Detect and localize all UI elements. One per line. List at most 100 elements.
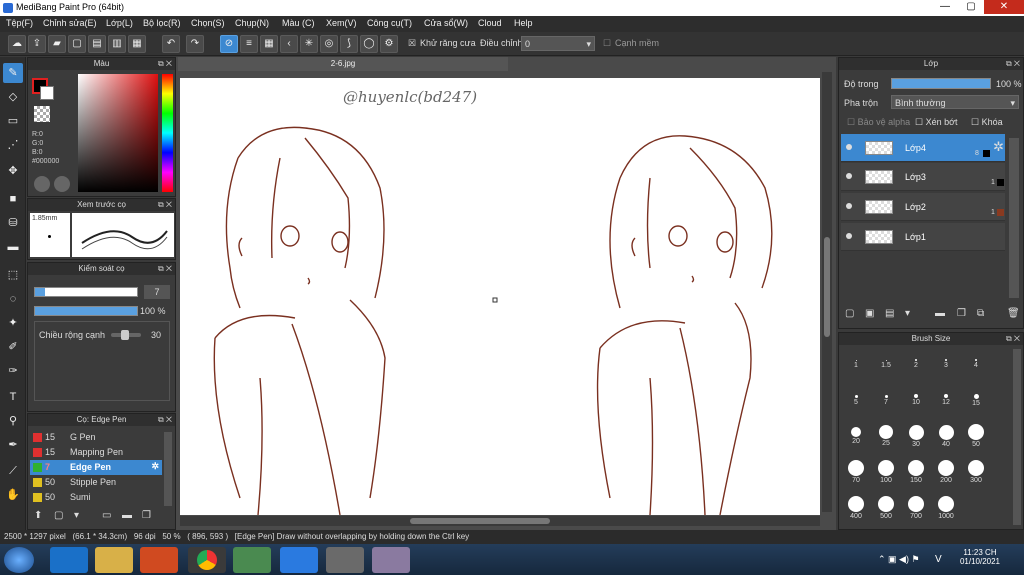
soft-edge-checkbox[interactable]: ☐ bbox=[603, 38, 611, 49]
canvas-horizontal-scrollbar[interactable] bbox=[180, 516, 820, 526]
redo-icon[interactable]: ↷ bbox=[186, 35, 204, 53]
brush-item[interactable]: 15 Mapping Pen bbox=[30, 445, 162, 460]
brush-size-option[interactable]: 150 bbox=[901, 457, 931, 484]
eraser-tool-icon[interactable]: ◇ bbox=[3, 87, 23, 107]
cloud-icon[interactable]: ☁ bbox=[8, 35, 26, 53]
greenshot-icon[interactable] bbox=[233, 547, 271, 573]
gear-icon[interactable]: ✲ bbox=[151, 461, 159, 472]
media-player-icon[interactable] bbox=[140, 547, 178, 573]
menu-window[interactable]: Cửa sổ(W) bbox=[424, 18, 468, 28]
layer-opacity-slider[interactable] bbox=[891, 78, 991, 89]
trash-icon[interactable]: 🗑 bbox=[1007, 308, 1020, 319]
menu-help[interactable]: Help bbox=[514, 18, 533, 28]
brush-size-option[interactable]: 15 bbox=[961, 385, 991, 411]
eye-icon[interactable] bbox=[846, 173, 852, 179]
brush-size-option[interactable]: 200 bbox=[931, 457, 961, 484]
brush-opacity-slider[interactable] bbox=[34, 306, 138, 316]
brush-size-option[interactable]: 1000 bbox=[931, 493, 961, 520]
edge-width-slider[interactable] bbox=[111, 330, 141, 340]
color-set-icon[interactable] bbox=[54, 176, 70, 192]
drawing-canvas[interactable]: @huyenlc(bd247) bbox=[180, 78, 820, 515]
brush-size-option[interactable]: 400 bbox=[841, 493, 871, 520]
brush-size-option[interactable]: 2 bbox=[901, 349, 931, 375]
brush-size-option[interactable]: 30 bbox=[901, 421, 931, 448]
brush-size-option[interactable]: 10 bbox=[901, 385, 931, 411]
brush-size-option[interactable]: 3 bbox=[931, 349, 961, 375]
snap-off-icon[interactable]: ⊘ bbox=[220, 35, 238, 53]
snap-parallel-icon[interactable]: ≡ bbox=[240, 35, 258, 53]
brush-size-option[interactable]: 5 bbox=[841, 385, 871, 411]
tray-icons[interactable]: ⌃ ▣ ◀) ⚑ bbox=[878, 554, 920, 565]
menu-filter[interactable]: Bộ lọc(R) bbox=[143, 18, 181, 28]
explorer-icon[interactable] bbox=[95, 547, 133, 573]
menu-edit[interactable]: Chỉnh sửa(E) bbox=[43, 18, 97, 28]
document-tab[interactable]: 2-6.jpg bbox=[178, 57, 508, 71]
brush-item[interactable]: 50 Sumi bbox=[30, 490, 162, 505]
brush-item-selected[interactable]: 7 Edge Pen ✲ bbox=[30, 460, 162, 475]
panel-controls-icon[interactable]: ⧉ ✕ bbox=[158, 199, 172, 211]
brush-size-option[interactable]: 50 bbox=[961, 421, 991, 448]
canvas-vertical-scrollbar[interactable] bbox=[822, 72, 832, 512]
bucket-tool-icon[interactable]: ⛁ bbox=[3, 213, 23, 233]
menu-tools[interactable]: Công cụ(T) bbox=[367, 18, 412, 28]
divide-tool-icon[interactable]: ⚲ bbox=[3, 411, 23, 431]
snap-grid-icon[interactable]: ▦ bbox=[260, 35, 278, 53]
snap-ellipse-icon[interactable]: ◯ bbox=[360, 35, 378, 53]
layer-item[interactable]: Lớp2 1 bbox=[841, 193, 1005, 221]
brush-tool-icon[interactable]: ✎ bbox=[3, 63, 23, 83]
doc-new-icon[interactable]: ▢ bbox=[68, 35, 86, 53]
menu-cloud[interactable]: Cloud bbox=[478, 18, 502, 28]
brush-size-option[interactable]: 12 bbox=[931, 385, 961, 411]
comment-icon[interactable]: ▰ bbox=[48, 35, 66, 53]
menu-file[interactable]: Tệp(F) bbox=[6, 18, 33, 28]
palette-icon[interactable] bbox=[34, 176, 50, 192]
move-tool-icon[interactable]: ✥ bbox=[3, 161, 23, 181]
share-icon[interactable]: ⇪ bbox=[28, 35, 46, 53]
brush-size-option[interactable]: 4 bbox=[961, 349, 991, 375]
brush-item[interactable]: 15 G Pen bbox=[30, 430, 162, 445]
app-avatar-icon[interactable] bbox=[372, 547, 410, 573]
brush-size-value[interactable]: 7 bbox=[144, 285, 170, 299]
menu-capture[interactable]: Chụp(N) bbox=[235, 18, 269, 28]
gear-icon[interactable]: ✲ bbox=[993, 139, 1004, 155]
duplicate-icon[interactable]: ❐ bbox=[142, 510, 151, 521]
merge-layer-icon[interactable]: ⧉ bbox=[977, 308, 984, 319]
menu-select[interactable]: Chọn(S) bbox=[191, 18, 225, 28]
layer-menu-icon[interactable]: ▾ bbox=[905, 308, 910, 319]
transparent-swatch[interactable] bbox=[34, 106, 50, 122]
export-icon[interactable]: ▦ bbox=[128, 35, 146, 53]
clipping-checkbox[interactable]: ☐ Xén bớt bbox=[915, 117, 958, 128]
start-button[interactable] bbox=[4, 547, 34, 573]
doc-save-icon[interactable]: ▥ bbox=[108, 35, 126, 53]
hand-tool-icon[interactable]: ✋ bbox=[3, 485, 23, 505]
brush-size-option[interactable]: 7 bbox=[871, 385, 901, 411]
lasso-icon[interactable]: ◌ bbox=[3, 289, 23, 309]
eye-icon[interactable] bbox=[846, 203, 852, 209]
undo-icon[interactable]: ↶ bbox=[162, 35, 180, 53]
maximize-button[interactable]: ▢ bbox=[958, 0, 984, 14]
layer-item-selected[interactable]: Lớp4 8 ✲ bbox=[841, 134, 1005, 162]
brush-size-slider[interactable] bbox=[34, 287, 138, 297]
brush-menu-icon[interactable]: ▾ bbox=[74, 510, 79, 521]
brush-size-option[interactable]: 300 bbox=[961, 457, 991, 484]
ie-icon[interactable] bbox=[50, 547, 88, 573]
add-brush-icon[interactable]: ⬆ bbox=[34, 510, 42, 521]
pen-tool-icon[interactable]: ✒ bbox=[3, 435, 23, 455]
saturation-value-picker[interactable] bbox=[78, 74, 158, 192]
zoom-icon[interactable] bbox=[280, 547, 318, 573]
panel-controls-icon[interactable]: ⧉ ✕ bbox=[158, 263, 172, 275]
brush-size-option[interactable]: 70 bbox=[841, 457, 871, 484]
snap-settings-icon[interactable]: ⚙ bbox=[380, 35, 398, 53]
close-button[interactable]: ✕ bbox=[984, 0, 1024, 14]
antialias-checkbox[interactable]: ☒ bbox=[408, 38, 416, 49]
gradient-tool-icon[interactable]: ▬ bbox=[3, 237, 23, 257]
select-rect-icon[interactable]: ⬚ bbox=[3, 265, 23, 285]
brush-size-option[interactable]: 700 bbox=[901, 493, 931, 520]
minimize-button[interactable]: — bbox=[932, 0, 958, 14]
dot-tool-icon[interactable]: ⋰ bbox=[3, 135, 23, 155]
panel-controls-icon[interactable]: ⧉ ✕ bbox=[158, 414, 172, 426]
brush-size-option[interactable]: 1.5 bbox=[871, 349, 901, 375]
new-8bit-layer-icon[interactable]: ▤ bbox=[885, 308, 894, 319]
folder-icon[interactable]: ▬ bbox=[122, 510, 132, 521]
duplicate-layer-icon[interactable]: ❐ bbox=[957, 308, 966, 319]
